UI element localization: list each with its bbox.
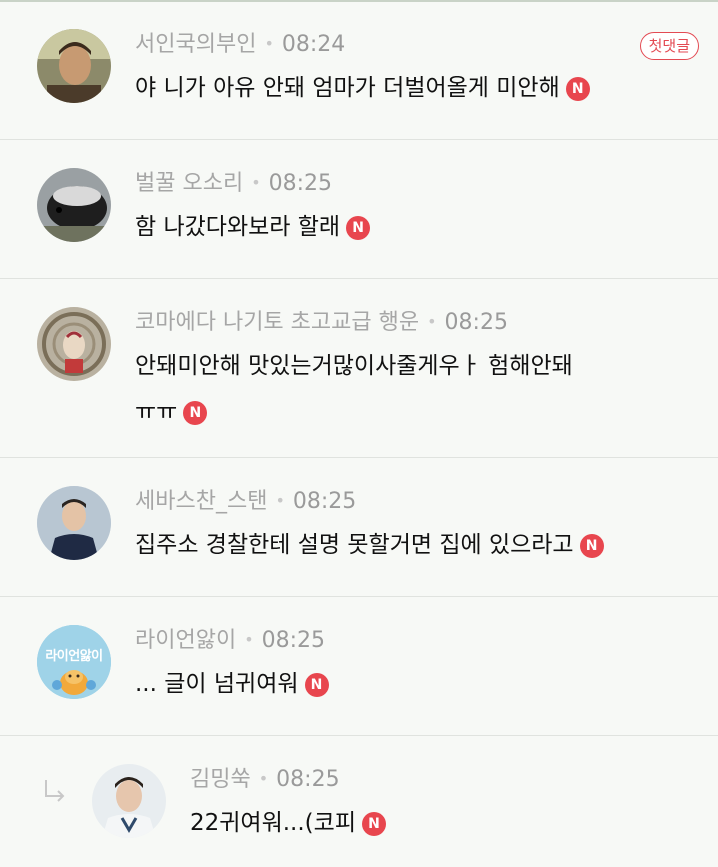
new-badge-icon: N (183, 401, 208, 425)
new-badge-icon: N (565, 77, 590, 101)
author-name[interactable]: 세바스찬_스탠 (135, 489, 267, 514)
avatar[interactable]: 라이언앓이 (37, 625, 111, 699)
new-badge-icon: N (579, 534, 604, 558)
author-name[interactable]: 라이언앓이 (135, 628, 236, 653)
new-badge-icon: N (361, 812, 386, 836)
comment-body-line2: ㅠㅠ (135, 399, 178, 425)
author-name[interactable]: 김밍쑥 (190, 767, 251, 792)
avatar[interactable] (37, 29, 111, 103)
comment-text: ... 글이 넘귀여워 N (135, 661, 329, 707)
comment-text: 함 나갔다와보라 할래 N (135, 204, 371, 250)
comment-body-line1: 안돼미안해 맛있는거많이사줄게우ㅏ 험해안돼 (135, 353, 573, 379)
comment-body: 야 니가 아유 안돼 엄마가 더벌어올게 미안해 (135, 75, 560, 101)
comment-body: ... 글이 넘귀여워 (135, 671, 299, 697)
separator-dot: • (251, 173, 261, 192)
separator-dot: • (275, 491, 285, 510)
comment-meta: 라이언앓이 • 08:25 (135, 625, 325, 656)
comment-meta: 김밍쑥 • 08:25 (190, 764, 340, 795)
separator-dot: • (244, 630, 254, 649)
comment-text: 집주소 경찰한테 설명 못할거면 집에 있으라고 N (135, 522, 604, 568)
reply-arrow-icon (45, 780, 65, 802)
avatar[interactable] (37, 307, 111, 381)
comment-text: 야 니가 아유 안돼 엄마가 더벌어올게 미안해 N (135, 65, 590, 111)
timestamp: 08:25 (268, 171, 333, 196)
timestamp: 08:25 (276, 767, 340, 792)
comment-item[interactable]: 라이언앓이 라이언앓이 • 08:25 ... 글이 넘귀여워 N (0, 597, 718, 736)
new-badge-icon: N (346, 216, 371, 240)
comment-list: 서인국의부인 • 08:24 첫댓글 야 니가 아유 안돼 엄마가 더벌어올게 미안… (0, 2, 718, 867)
author-name[interactable]: 벌꿀 오소리 (135, 171, 243, 196)
comment-item[interactable]: 코마에다 나기토 초고교급 행운 • 08:25 안돼미안해 맛있는거많이사줄게우ㅏ… (0, 279, 718, 458)
timestamp: 08:25 (292, 489, 357, 514)
new-badge-icon: N (304, 673, 329, 697)
separator-dot: • (264, 34, 274, 53)
comment-item[interactable]: 서인국의부인 • 08:24 첫댓글 야 니가 아유 안돼 엄마가 더벌어올게 미안… (0, 2, 718, 140)
first-comment-badge: 첫댓글 (639, 32, 699, 60)
comment-text: 22귀여워...(코피 N (190, 800, 386, 846)
timestamp: 08:24 (281, 32, 346, 57)
comment-meta: 벌꿀 오소리 • 08:25 (135, 168, 332, 199)
comment-body: 22귀여워...(코피 (190, 810, 356, 836)
reply-item[interactable]: 김밍쑥 • 08:25 22귀여워...(코피 N (0, 736, 718, 867)
avatar[interactable] (92, 764, 166, 838)
comment-meta: 서인국의부인 • 08:24 (135, 29, 345, 60)
avatar-label: 라이언앓이 (45, 649, 103, 664)
author-name[interactable]: 코마에다 나기토 초고교급 행운 (135, 310, 419, 335)
comment-body: 함 나갔다와보라 할래 (135, 214, 341, 240)
separator-dot: • (258, 769, 269, 788)
comment-item[interactable]: 세바스찬_스탠 • 08:25 집주소 경찰한테 설명 못할거면 집에 있으라고 N (0, 458, 718, 597)
comment-item[interactable]: 벌꿀 오소리 • 08:25 함 나갔다와보라 할래 N (0, 140, 718, 279)
comment-meta: 코마에다 나기토 초고교급 행운 • 08:25 (135, 307, 508, 338)
comment-meta: 세바스찬_스탠 • 08:25 (135, 486, 356, 517)
avatar[interactable] (37, 486, 111, 560)
author-name[interactable]: 서인국의부인 (135, 32, 256, 57)
comment-text: 안돼미안해 맛있는거많이사줄게우ㅏ 험해안돼 ㅠㅠ N (135, 343, 573, 435)
comment-body: 집주소 경찰한테 설명 못할거면 집에 있으라고 (135, 532, 574, 558)
timestamp: 08:25 (261, 628, 326, 653)
timestamp: 08:25 (444, 310, 508, 335)
avatar[interactable] (37, 168, 111, 242)
separator-dot: • (427, 312, 437, 331)
